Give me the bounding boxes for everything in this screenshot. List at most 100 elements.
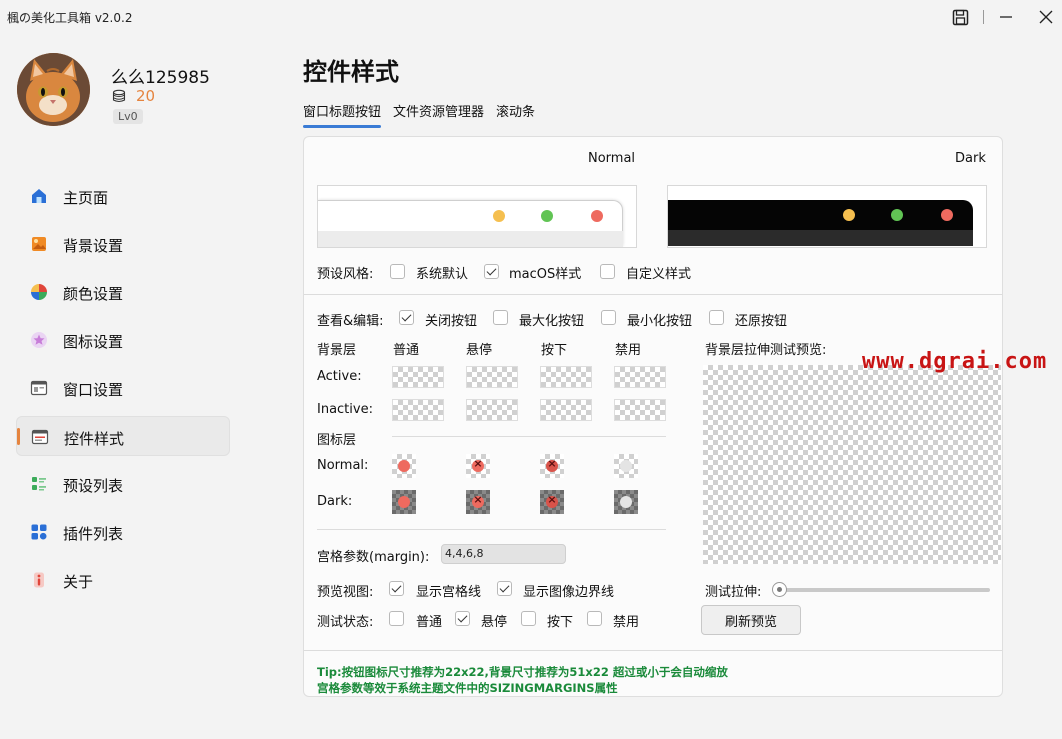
- sidebar-item-window[interactable]: 窗口设置: [16, 368, 230, 408]
- test-disabled-checkbox[interactable]: [587, 611, 602, 626]
- star-icon: [31, 332, 47, 348]
- sidebar-item-label: 主页面: [63, 189, 109, 207]
- sidebar-item-label: 图标设置: [63, 333, 124, 351]
- stretch-slider-thumb[interactable]: [772, 582, 787, 597]
- tab-title-buttons[interactable]: 窗口标题按钮: [303, 101, 382, 128]
- test-option-label: 按下: [547, 615, 574, 630]
- sidebar-item-home[interactable]: 主页面: [16, 176, 230, 216]
- sidebar-item-icons[interactable]: 图标设置: [16, 320, 230, 360]
- icon-dark-disabled-cell[interactable]: [614, 490, 638, 514]
- divider: [304, 650, 1002, 651]
- view-label: 预览视图:: [317, 585, 374, 600]
- tip-line-1: Tip:按钮图标尺寸推荐为22x22,背景尺寸推荐为51x22 超过或小于会自动…: [317, 665, 728, 679]
- edit-label: 查看&编辑:: [317, 314, 384, 329]
- state-header-normal: 普通: [393, 343, 420, 358]
- minimize-icon[interactable]: [988, 4, 1024, 30]
- sidebar-item-widget-style[interactable]: 控件样式: [16, 416, 230, 456]
- dark-preview-label: Dark: [955, 151, 986, 166]
- test-option-label: 悬停: [481, 615, 508, 630]
- page-title: 控件样式: [303, 58, 399, 86]
- close-dot-icon: [591, 210, 603, 222]
- show-grid-checkbox[interactable]: [389, 581, 404, 596]
- icon-normal-pressed-cell[interactable]: [540, 454, 564, 478]
- settings-card: Normal Dark 预设风格: 系统默认 macOS样式 自定义样式 查看&…: [303, 136, 1003, 697]
- divider: [304, 294, 1002, 295]
- test-hover-checkbox[interactable]: [455, 611, 470, 626]
- close-dot-icon: [398, 496, 410, 508]
- row-normal-label: Normal:: [317, 458, 369, 473]
- test-state-label: 测试状态:: [317, 615, 374, 630]
- test-normal-checkbox[interactable]: [389, 611, 404, 626]
- bg-active-hover-cell[interactable]: [466, 366, 518, 388]
- stretch-label: 测试拉伸:: [705, 585, 762, 600]
- preset-macos-checkbox[interactable]: [484, 264, 499, 279]
- watermark: www.dgrai.com: [862, 349, 1048, 374]
- icon-layer-label: 图标层: [317, 433, 357, 448]
- widget-icon: [31, 429, 49, 445]
- sidebar-item-presets[interactable]: 预设列表: [16, 464, 230, 504]
- tab-scrollbar[interactable]: 滚动条: [496, 101, 535, 126]
- view-option-label: 显示图像边界线: [523, 585, 615, 600]
- sidebar-item-plugins[interactable]: 插件列表: [16, 512, 230, 552]
- bg-inactive-normal-cell[interactable]: [392, 399, 444, 421]
- icon-dark-hover-cell[interactable]: [466, 490, 490, 514]
- bg-inactive-hover-cell[interactable]: [466, 399, 518, 421]
- bg-active-normal-cell[interactable]: [392, 366, 444, 388]
- margin-input[interactable]: 4,4,6,8: [441, 544, 566, 564]
- margin-label: 宫格参数(margin):: [317, 550, 430, 565]
- icon-normal-hover-cell[interactable]: [466, 454, 490, 478]
- coin-count: 20: [136, 87, 156, 105]
- row-active-label: Active:: [317, 369, 362, 384]
- edit-maximize-checkbox[interactable]: [493, 310, 508, 325]
- coin-row: 20: [112, 87, 155, 105]
- bg-layer-label: 背景层: [317, 343, 357, 358]
- icon-layer-divider: [392, 436, 666, 437]
- state-header-pressed: 按下: [541, 343, 568, 358]
- preset-custom-checkbox[interactable]: [600, 264, 615, 279]
- bg-inactive-pressed-cell[interactable]: [540, 399, 592, 421]
- avatar[interactable]: [17, 53, 90, 126]
- sidebar-item-color[interactable]: 颜色设置: [16, 272, 230, 312]
- edit-restore-checkbox[interactable]: [709, 310, 724, 325]
- dark-title-bar: [668, 200, 973, 246]
- close-icon[interactable]: [1028, 4, 1062, 30]
- tab-file-explorer[interactable]: 文件资源管理器: [393, 101, 484, 126]
- stretch-slider-track[interactable]: [778, 588, 990, 592]
- close-x-icon: [546, 457, 558, 472]
- edit-close-checkbox[interactable]: [399, 310, 414, 325]
- show-border-checkbox[interactable]: [497, 581, 512, 596]
- sidebar-item-label: 关于: [63, 573, 94, 591]
- stretch-preview-canvas: [703, 365, 1001, 564]
- bg-active-disabled-cell[interactable]: [614, 366, 666, 388]
- tab-bar: 窗口标题按钮 文件资源管理器 滚动条: [303, 101, 535, 128]
- list-icon: [32, 477, 46, 491]
- save-icon[interactable]: [942, 4, 978, 30]
- close-x-icon: [472, 493, 484, 508]
- refresh-preview-button[interactable]: 刷新预览: [701, 605, 801, 635]
- edit-option-label: 最大化按钮: [519, 314, 585, 329]
- sidebar-item-label: 控件样式: [64, 430, 125, 448]
- preset-system-checkbox[interactable]: [390, 264, 405, 279]
- bg-active-pressed-cell[interactable]: [540, 366, 592, 388]
- bg-inactive-disabled-cell[interactable]: [614, 399, 666, 421]
- sidebar-item-about[interactable]: 关于: [16, 560, 230, 600]
- icon-dark-pressed-cell[interactable]: [540, 490, 564, 514]
- test-option-label: 禁用: [613, 615, 640, 630]
- icon-normal-disabled-cell[interactable]: [614, 454, 638, 478]
- maximize-dot-icon: [541, 210, 553, 222]
- sidebar-item-background[interactable]: 背景设置: [16, 224, 230, 264]
- preset-option-label: macOS样式: [509, 267, 582, 282]
- sidebar-item-label: 背景设置: [63, 237, 124, 255]
- title-bar: 楓の美化工具箱 v2.0.2: [0, 0, 1062, 34]
- state-header-hover: 悬停: [466, 343, 493, 358]
- disabled-dot-icon: [620, 496, 632, 508]
- maximize-dot-icon: [891, 209, 903, 221]
- icon-normal-normal-cell[interactable]: [392, 454, 416, 478]
- icon-dark-normal-cell[interactable]: [392, 490, 416, 514]
- title-separator: [983, 10, 984, 24]
- preset-option-label: 自定义样式: [626, 267, 692, 282]
- edit-minimize-checkbox[interactable]: [601, 310, 616, 325]
- app-title: 楓の美化工具箱 v2.0.2: [7, 11, 133, 25]
- test-pressed-checkbox[interactable]: [521, 611, 536, 626]
- close-x-icon: [546, 493, 558, 508]
